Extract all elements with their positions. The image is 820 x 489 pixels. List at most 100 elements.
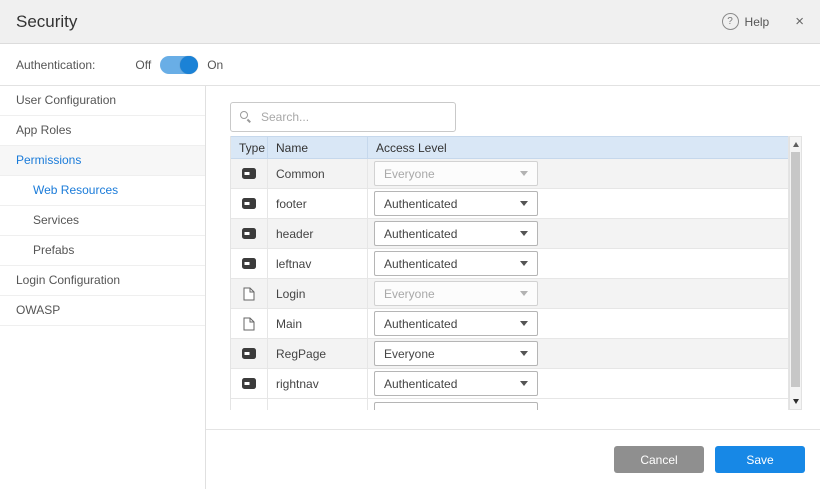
type-cell bbox=[231, 279, 267, 308]
widget-icon bbox=[242, 258, 256, 269]
help-button[interactable]: ? Help bbox=[722, 13, 770, 30]
authentication-bar: Authentication: Off On bbox=[0, 44, 820, 86]
chevron-down-icon bbox=[520, 261, 528, 266]
column-header-type[interactable]: Type bbox=[231, 137, 267, 158]
sidebar-item-prefabs[interactable]: Prefabs bbox=[0, 236, 205, 266]
table-row[interactable]: header Authenticated bbox=[231, 219, 788, 249]
help-label: Help bbox=[745, 15, 770, 29]
sidebar: User Configuration App Roles Permissions… bbox=[0, 86, 206, 489]
dropdown-value: Everyone bbox=[384, 167, 435, 181]
type-cell bbox=[231, 189, 267, 218]
table-row[interactable]: Login Everyone bbox=[231, 279, 788, 309]
dropdown-value: Authenticated bbox=[384, 257, 457, 271]
access-cell: Authenticated bbox=[367, 189, 788, 218]
scroll-up-icon[interactable] bbox=[793, 142, 799, 147]
access-cell: Authenticated bbox=[367, 249, 788, 278]
sidebar-item-web-resources[interactable]: Web Resources bbox=[0, 176, 205, 206]
widget-icon bbox=[242, 198, 256, 209]
search-input[interactable] bbox=[259, 109, 446, 125]
toggle-off-label: Off bbox=[135, 58, 151, 72]
scrollbar-thumb[interactable] bbox=[791, 152, 800, 387]
dropdown-value: Authenticated bbox=[384, 377, 457, 391]
widget-icon bbox=[242, 378, 256, 389]
resource-name: header bbox=[267, 219, 367, 248]
sidebar-item-login-configuration[interactable]: Login Configuration bbox=[0, 266, 205, 296]
access-cell bbox=[367, 399, 788, 410]
chevron-down-icon bbox=[520, 171, 528, 176]
security-dialog: Security ? Help × Authentication: Off On… bbox=[0, 0, 820, 489]
resource-name bbox=[267, 399, 367, 410]
dropdown-value: Everyone bbox=[384, 287, 435, 301]
sidebar-item-user-configuration[interactable]: User Configuration bbox=[0, 86, 205, 116]
access-level-dropdown[interactable]: Everyone bbox=[374, 341, 538, 366]
type-cell bbox=[231, 339, 267, 368]
access-level-dropdown[interactable]: Authenticated bbox=[374, 371, 538, 396]
dropdown-value: Authenticated bbox=[384, 197, 457, 211]
page-icon bbox=[243, 287, 255, 301]
title-bar: Security ? Help × bbox=[0, 0, 820, 44]
widget-icon bbox=[242, 168, 256, 179]
action-bar: Cancel Save bbox=[206, 429, 820, 489]
resource-name: rightnav bbox=[267, 369, 367, 398]
dropdown-value: Authenticated bbox=[384, 227, 457, 241]
access-level-dropdown[interactable]: Authenticated bbox=[374, 191, 538, 216]
access-level-dropdown[interactable]: Authenticated bbox=[374, 251, 538, 276]
type-cell bbox=[231, 369, 267, 398]
access-level-dropdown[interactable]: Everyone bbox=[374, 161, 538, 186]
authentication-toggle[interactable] bbox=[160, 56, 198, 74]
chevron-down-icon bbox=[520, 381, 528, 386]
resource-name: Login bbox=[267, 279, 367, 308]
access-cell: Everyone bbox=[367, 159, 788, 188]
table-row[interactable]: Main Authenticated bbox=[231, 309, 788, 339]
access-level-dropdown[interactable] bbox=[374, 402, 538, 410]
access-cell: Everyone bbox=[367, 279, 788, 308]
access-cell: Authenticated bbox=[367, 219, 788, 248]
page-title: Security bbox=[16, 12, 722, 32]
table-row[interactable]: leftnav Authenticated bbox=[231, 249, 788, 279]
scrollbar[interactable] bbox=[789, 136, 802, 410]
sidebar-item-owasp[interactable]: OWASP bbox=[0, 296, 205, 326]
table-row[interactable]: Common Everyone bbox=[231, 159, 788, 189]
widget-icon bbox=[242, 228, 256, 239]
resource-name: RegPage bbox=[267, 339, 367, 368]
table-row-partial bbox=[231, 399, 788, 410]
web-resources-table: Type Name Access Level Common bbox=[230, 136, 802, 410]
table-row[interactable]: rightnav Authenticated bbox=[231, 369, 788, 399]
table-header-row: Type Name Access Level bbox=[231, 136, 788, 159]
search-icon bbox=[240, 111, 252, 123]
chevron-down-icon bbox=[520, 291, 528, 296]
search-box bbox=[230, 102, 456, 132]
chevron-down-icon bbox=[520, 321, 528, 326]
resource-name: footer bbox=[267, 189, 367, 218]
sidebar-item-permissions[interactable]: Permissions bbox=[0, 146, 205, 176]
resource-name: Main bbox=[267, 309, 367, 338]
access-level-dropdown[interactable]: Everyone bbox=[374, 281, 538, 306]
table-row[interactable]: footer Authenticated bbox=[231, 189, 788, 219]
sidebar-item-app-roles[interactable]: App Roles bbox=[0, 116, 205, 146]
help-icon: ? bbox=[722, 13, 739, 30]
widget-icon bbox=[242, 348, 256, 359]
column-header-access-level[interactable]: Access Level bbox=[367, 137, 788, 158]
toggle-knob-icon bbox=[180, 56, 198, 74]
scroll-down-icon[interactable] bbox=[793, 399, 799, 404]
access-cell: Everyone bbox=[367, 339, 788, 368]
type-cell bbox=[231, 399, 267, 410]
dropdown-value: Authenticated bbox=[384, 317, 457, 331]
type-cell bbox=[231, 309, 267, 338]
access-level-dropdown[interactable]: Authenticated bbox=[374, 311, 538, 336]
chevron-down-icon bbox=[520, 351, 528, 356]
authentication-label: Authentication: bbox=[16, 58, 95, 72]
toggle-on-label: On bbox=[207, 58, 223, 72]
cancel-button[interactable]: Cancel bbox=[614, 446, 704, 473]
access-cell: Authenticated bbox=[367, 309, 788, 338]
column-header-name[interactable]: Name bbox=[267, 137, 367, 158]
type-cell bbox=[231, 249, 267, 278]
chevron-down-icon bbox=[520, 231, 528, 236]
close-icon[interactable]: × bbox=[795, 13, 804, 30]
sidebar-item-services[interactable]: Services bbox=[0, 206, 205, 236]
dropdown-value: Everyone bbox=[384, 347, 435, 361]
access-level-dropdown[interactable]: Authenticated bbox=[374, 221, 538, 246]
table-row[interactable]: RegPage Everyone bbox=[231, 339, 788, 369]
save-button[interactable]: Save bbox=[715, 446, 805, 473]
page-icon bbox=[243, 317, 255, 331]
